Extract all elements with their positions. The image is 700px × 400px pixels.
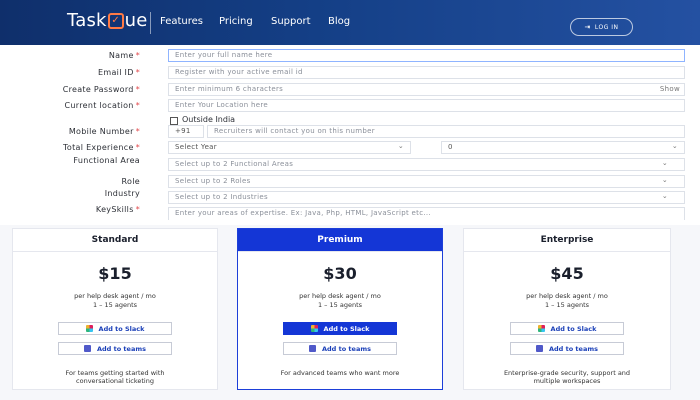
logo-text-end: ue — [124, 10, 148, 31]
plan-name: Standard — [13, 229, 217, 252]
experience-label: Total Experience * — [63, 143, 140, 152]
email-input[interactable]: Register with your active email id — [168, 66, 685, 79]
experience-month-select[interactable]: 0 ⌄ — [441, 141, 685, 154]
email-row: Email ID * Register with your active emai… — [0, 66, 700, 80]
chevron-down-icon: ⌄ — [661, 192, 668, 200]
add-to-slack-button[interactable]: Add to Slack — [510, 322, 624, 335]
teams-icon — [84, 345, 91, 352]
name-input[interactable]: Enter your full name here — [168, 49, 685, 62]
plan-description: For advanced teams who want more — [280, 369, 400, 377]
plan-price: $30 — [323, 264, 357, 283]
chevron-down-icon: ⌄ — [661, 159, 668, 167]
pricing-section: Standard $15 per help desk agent / mo 1 –… — [0, 225, 700, 400]
industry-select[interactable]: Select up to 2 Industries ⌄ — [168, 191, 685, 204]
mobile-label: Mobile Number * — [68, 127, 140, 136]
keyskills-row: KeySkills * Enter your areas of expertise… — [0, 205, 700, 221]
functional-area-select[interactable]: Select up to 2 Functional Areas ⌄ — [168, 158, 685, 171]
outside-india-label: Outside India — [182, 115, 236, 124]
add-to-slack-button[interactable]: Add to Slack — [283, 322, 397, 335]
role-select[interactable]: Select up to 2 Roles ⌄ — [168, 175, 685, 188]
role-row: Role Select up to 2 Roles ⌄ — [0, 175, 700, 189]
keyskills-input[interactable]: Enter your areas of expertise. Ex: Java,… — [168, 207, 685, 220]
nav-blog[interactable]: Blog — [328, 16, 350, 27]
plan-card-premium: Premium $30 per help desk agent / mo 1 – … — [237, 228, 443, 390]
slack-icon — [310, 325, 318, 332]
slack-icon — [537, 325, 545, 332]
chevron-down-icon: ⌄ — [661, 176, 668, 184]
nav-pricing[interactable]: Pricing — [219, 16, 253, 27]
plan-rate: per help desk agent / mo 1 – 15 agents — [74, 292, 156, 309]
experience-row: Total Experience * Select Year ⌄ 0 ⌄ — [0, 141, 700, 155]
country-code[interactable]: +91 — [168, 125, 204, 138]
password-input[interactable]: Enter minimum 6 characters Show — [168, 83, 685, 96]
nav-divider — [150, 12, 151, 34]
add-to-slack-button[interactable]: Add to Slack — [58, 322, 172, 335]
add-to-teams-button[interactable]: Add to teams — [283, 342, 397, 355]
functional-area-row: Functional Area Select up to 2 Functiona… — [0, 156, 700, 172]
mobile-input[interactable]: Recruiters will contact you on this numb… — [207, 125, 685, 138]
name-label: Name * — [108, 51, 140, 60]
role-placeholder: Select up to 2 Roles — [175, 177, 251, 185]
page: Task ✓ ue Features Pricing Support Blog ⇥ … — [0, 0, 700, 400]
keyskills-label: KeySkills * — [95, 205, 140, 214]
location-row: Current location * Enter Your Location he… — [0, 99, 700, 113]
login-icon: ⇥ — [584, 23, 591, 31]
outside-india-checkbox[interactable] — [170, 117, 178, 125]
experience-year-value: Select Year — [175, 143, 217, 151]
logo[interactable]: Task ✓ ue — [67, 10, 148, 31]
password-placeholder: Enter minimum 6 characters — [175, 85, 284, 93]
chevron-down-icon: ⌄ — [397, 142, 404, 150]
top-header: Task ✓ ue Features Pricing Support Blog ⇥ … — [0, 0, 700, 45]
role-label: Role — [121, 177, 140, 186]
login-button[interactable]: ⇥ LOG IN — [570, 18, 633, 36]
password-label: Create Password * — [62, 85, 140, 94]
name-row: Name * Enter your full name here — [0, 49, 700, 63]
plan-card-enterprise: Enterprise $45 per help desk agent / mo 1… — [463, 228, 671, 390]
plan-rate: per help desk agent / mo 1 – 15 agents — [526, 292, 608, 309]
nav-features[interactable]: Features — [160, 16, 203, 27]
add-to-teams-button[interactable]: Add to teams — [58, 342, 172, 355]
location-input[interactable]: Enter Your Location here — [168, 99, 685, 112]
functional-area-placeholder: Select up to 2 Functional Areas — [175, 160, 294, 168]
teams-icon — [536, 345, 543, 352]
location-label: Current location * — [64, 101, 140, 110]
industry-row: Industry Select up to 2 Industries ⌄ — [0, 189, 700, 205]
plan-description: For teams getting started with conversati… — [65, 369, 165, 385]
logo-text-start: Task — [67, 10, 107, 31]
plan-rate: per help desk agent / mo 1 – 15 agents — [299, 292, 381, 309]
mobile-row: Mobile Number * +91 Recruiters will conta… — [0, 125, 700, 139]
chevron-down-icon: ⌄ — [671, 142, 678, 150]
add-to-teams-button[interactable]: Add to teams — [510, 342, 624, 355]
plan-price: $45 — [550, 264, 584, 283]
password-row: Create Password * Enter minimum 6 charact… — [0, 83, 700, 97]
registration-form: Name * Enter your full name here Email ID… — [0, 45, 700, 225]
teams-icon — [309, 345, 316, 352]
industry-placeholder: Select up to 2 Industries — [175, 193, 268, 201]
experience-year-select[interactable]: Select Year ⌄ — [168, 141, 411, 154]
plan-description: Enterprise-grade security, support and mu… — [503, 369, 631, 385]
login-label: LOG IN — [594, 23, 619, 31]
check-icon: ✓ — [107, 12, 124, 29]
plan-name: Enterprise — [464, 229, 670, 252]
plan-price: $15 — [98, 264, 132, 283]
experience-month-value: 0 — [448, 143, 453, 151]
email-label: Email ID * — [98, 68, 140, 77]
industry-label: Industry — [104, 189, 140, 198]
plan-name: Premium — [238, 229, 442, 252]
plan-card-standard: Standard $15 per help desk agent / mo 1 –… — [12, 228, 218, 390]
show-password-toggle[interactable]: Show — [660, 85, 680, 93]
slack-icon — [85, 325, 93, 332]
functional-area-label: Functional Area — [73, 156, 140, 165]
nav-support[interactable]: Support — [271, 16, 311, 27]
